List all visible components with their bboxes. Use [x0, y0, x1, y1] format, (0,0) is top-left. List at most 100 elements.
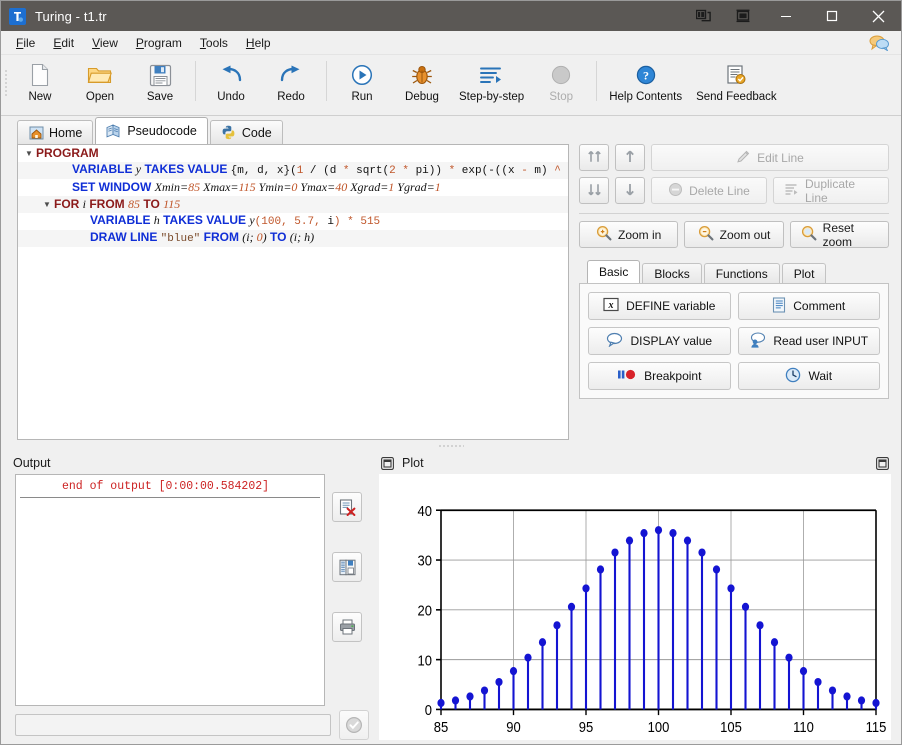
move-down-icon — [624, 182, 636, 200]
reset-zoom-label: Reset zoom — [822, 220, 855, 249]
palette-tab-functions[interactable]: Functions — [703, 263, 780, 284]
comment-button[interactable]: Comment — [737, 292, 880, 320]
collapse-twisty-icon[interactable]: ▼ — [40, 196, 54, 213]
palette-tab-basic[interactable]: Basic — [587, 260, 641, 284]
plot-canvas[interactable]: 0 10 20 30 40 85 90 95 100 105 110 115 — [379, 474, 891, 740]
help-question-icon: ? — [636, 60, 656, 90]
zoom-in-icon — [596, 225, 612, 244]
debug-button[interactable]: Debug — [392, 58, 452, 113]
window-title: Turing - t1.tr — [35, 8, 107, 24]
clear-output-button[interactable] — [332, 492, 362, 522]
read-user-input-button[interactable]: Read user INPUT — [737, 327, 880, 355]
move-to-bottom-button[interactable] — [579, 177, 609, 204]
code-line-text: SET WINDOW Xmin=85 Xmax=115 Ymin=0 Ymax=… — [72, 180, 441, 194]
run-button[interactable]: Run — [332, 58, 392, 113]
redo-button[interactable]: Redo — [261, 58, 321, 113]
menu-program[interactable]: Program — [127, 33, 191, 53]
maximize-button[interactable] — [809, 1, 855, 31]
plot-undock-icon-left[interactable] — [381, 456, 394, 470]
editor-side-panel: Edit Line Delete Line Duplicate Line Zoo… — [579, 144, 889, 440]
svg-text:40: 40 — [418, 502, 433, 519]
horizontal-splitter[interactable] — [1, 440, 901, 452]
wait-button[interactable]: Wait — [737, 362, 880, 390]
zoom-in-button[interactable]: Zoom in — [579, 221, 679, 248]
plot-undock-icon-right[interactable] — [876, 456, 889, 470]
delete-line-button[interactable]: Delete Line — [651, 177, 767, 204]
breakpoint-label: Breakpoint — [644, 369, 702, 383]
reset-zoom-icon — [801, 225, 817, 244]
palette-body: x DEFINE variable Comment DISPLAY value — [579, 283, 889, 399]
status-bar — [1, 740, 901, 744]
output-input-row — [7, 706, 375, 740]
define-variable-icon: x — [603, 297, 619, 315]
menu-help[interactable]: Help — [237, 33, 280, 53]
output-divider — [20, 497, 320, 498]
undo-button[interactable]: Undo — [201, 58, 261, 113]
menu-file[interactable]: File — [7, 33, 44, 53]
save-output-button[interactable] — [332, 552, 362, 582]
delete-circle-icon — [668, 182, 683, 200]
code-line-text: DRAW LINE "blue" FROM (i; 0) TO (i; h) — [90, 230, 315, 245]
menu-tools[interactable]: Tools — [191, 33, 237, 53]
help-contents-button[interactable]: ? Help Contents — [602, 58, 689, 113]
code-line[interactable]: DRAW LINE "blue" FROM (i; 0) TO (i; h) — [18, 230, 568, 247]
code-line-text: VARIABLE y TAKES VALUE {m, d, x}(1 / (d … — [72, 162, 568, 177]
toolbar-separator — [596, 61, 598, 101]
code-line[interactable]: ▼ PROGRAM — [18, 145, 568, 162]
svg-text:x: x — [608, 300, 614, 311]
dock-layout-icon[interactable] — [723, 1, 763, 31]
palette-tab-plot[interactable]: Plot — [781, 263, 827, 284]
zoom-in-label: Zoom in — [617, 227, 662, 242]
new-button[interactable]: New — [10, 58, 70, 113]
move-up-button[interactable] — [615, 144, 645, 171]
zoom-out-button[interactable]: Zoom out — [684, 221, 784, 248]
palette-tab-blocks[interactable]: Blocks — [642, 263, 702, 284]
toolbar-grip[interactable] — [1, 58, 10, 108]
main-split: ▼ PROGRAM VARIABLE y TAKES VALUE {m, d, x}… — [1, 144, 901, 440]
breakpoint-icon — [617, 368, 637, 384]
save-button-label: Save — [146, 91, 174, 103]
move-down-button[interactable] — [615, 177, 645, 204]
code-line[interactable]: ▼ FOR i FROM 85 TO 115 — [18, 196, 568, 213]
display-value-button[interactable]: DISPLAY value — [588, 327, 731, 355]
move-to-top-button[interactable] — [579, 144, 609, 171]
svg-text:110: 110 — [793, 718, 814, 735]
define-variable-button[interactable]: x DEFINE variable — [588, 292, 731, 320]
step-by-step-button[interactable]: Step-by-step — [452, 58, 531, 113]
svg-text:10: 10 — [418, 652, 433, 669]
menu-edit[interactable]: Edit — [44, 33, 83, 53]
wait-clock-icon — [785, 367, 801, 386]
open-button[interactable]: Open — [70, 58, 130, 113]
code-line[interactable]: VARIABLE h TAKES VALUE y(100, 5.7, i) * … — [18, 213, 568, 230]
debug-button-label: Debug — [405, 91, 439, 103]
edit-line-button[interactable]: Edit Line — [651, 144, 889, 171]
send-feedback-button[interactable]: Send Feedback — [689, 58, 784, 113]
feedback-bubbles-icon[interactable] — [869, 35, 895, 51]
stop-button-label: Stop — [549, 91, 574, 103]
output-submit-button[interactable] — [339, 710, 369, 740]
code-line[interactable]: VARIABLE y TAKES VALUE {m, d, x}(1 / (d … — [18, 162, 568, 179]
display-value-label: DISPLAY value — [630, 334, 713, 348]
minimize-button[interactable] — [763, 1, 809, 31]
pseudocode-editor[interactable]: ▼ PROGRAM VARIABLE y TAKES VALUE {m, d, x}… — [17, 144, 569, 440]
output-input-field[interactable] — [15, 714, 331, 736]
svg-text:105: 105 — [720, 718, 742, 735]
code-line[interactable]: SET WINDOW Xmin=85 Xmax=115 Ymin=0 Ymax=… — [18, 179, 568, 196]
reset-zoom-button[interactable]: Reset zoom — [789, 220, 889, 249]
tab-home[interactable]: Home — [17, 120, 94, 144]
close-button[interactable] — [855, 1, 901, 31]
stop-button[interactable]: Stop — [531, 58, 591, 113]
output-text-area[interactable]: end of output [0:00:00.584202] — [15, 474, 325, 706]
collapse-twisty-icon[interactable]: ▼ — [22, 145, 36, 162]
print-output-button[interactable] — [332, 612, 362, 642]
breakpoint-button[interactable]: Breakpoint — [588, 362, 731, 390]
tab-pseudocode[interactable]: Pseudocode — [95, 117, 208, 144]
duplicate-line-button[interactable]: Duplicate Line — [773, 176, 889, 205]
duplicate-line-label: Duplicate Line — [805, 176, 856, 205]
tab-code[interactable]: Code — [209, 120, 283, 144]
menu-view[interactable]: View — [83, 33, 127, 53]
move-up-icon — [624, 149, 636, 167]
save-button[interactable]: Save — [130, 58, 190, 113]
duplicate-icon — [784, 182, 799, 200]
restore-layout-icon[interactable] — [683, 1, 723, 31]
